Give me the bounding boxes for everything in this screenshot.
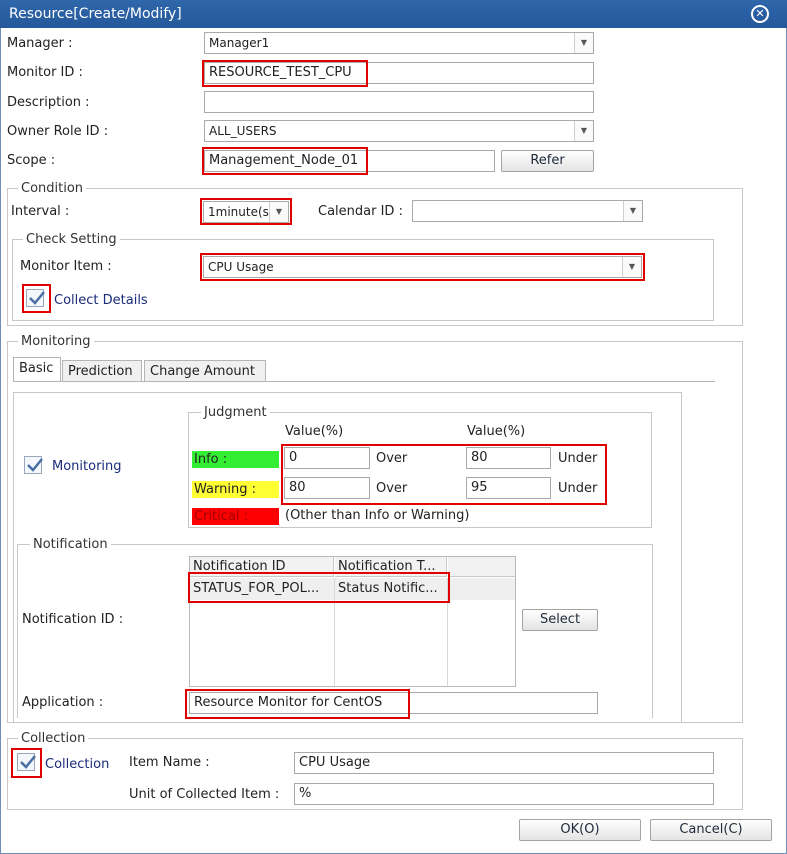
condition-legend: Condition	[18, 181, 87, 196]
highlight-collect-details	[22, 284, 51, 313]
monitor-id-label: Monitor ID :	[7, 65, 83, 80]
highlight-interval	[200, 198, 292, 225]
checkmark-icon	[27, 458, 43, 472]
notification-id-label: Notification ID :	[22, 612, 124, 627]
description-label: Description :	[7, 95, 90, 110]
value-header-upper: Value(%)	[467, 424, 526, 439]
warning-status-label: Warning :	[192, 481, 279, 498]
scope-label: Scope :	[7, 153, 56, 168]
chevron-down-icon[interactable]: ▼	[574, 33, 593, 53]
value-header-lower: Value(%)	[285, 424, 344, 439]
collection-label[interactable]: Collection	[45, 757, 109, 772]
manager-label: Manager :	[7, 36, 73, 51]
monitoring-label[interactable]: Monitoring	[52, 459, 122, 474]
highlight-thresholds	[281, 444, 607, 505]
highlight-monitor-item	[200, 253, 645, 281]
window-title: Resource[Create/Modify]	[9, 6, 182, 22]
notification-legend: Notification	[30, 537, 111, 552]
critical-note: (Other than Info or Warning)	[285, 508, 470, 523]
info-status-label: Info :	[192, 451, 279, 468]
window-title-bar: Resource[Create/Modify]	[0, 0, 787, 28]
manager-select[interactable]: Manager1 ▼	[204, 32, 594, 54]
highlight-notification-row	[188, 572, 450, 603]
highlight-scope	[202, 147, 368, 175]
calendar-id-label: Calendar ID :	[318, 204, 403, 219]
chevron-down-icon[interactable]: ▼	[574, 121, 593, 141]
chevron-down-icon[interactable]: ▼	[623, 201, 642, 221]
calendar-id-select[interactable]: ▼	[412, 200, 643, 222]
owner-role-select[interactable]: ALL_USERS ▼	[204, 120, 594, 142]
item-name-label: Item Name :	[129, 755, 210, 770]
collect-details-label[interactable]: Collect Details	[54, 293, 148, 308]
close-icon[interactable]: ✕	[751, 5, 769, 23]
highlight-application	[185, 689, 410, 719]
tab-prediction[interactable]: Prediction	[62, 360, 142, 382]
notification-empty-column-header	[448, 557, 515, 577]
tab-basic[interactable]: Basic	[13, 357, 61, 381]
manager-select-value: Manager1	[209, 36, 270, 50]
tab-change-amount[interactable]: Change Amount	[144, 360, 266, 382]
tab-divider	[13, 381, 715, 382]
monitoring-checkbox[interactable]	[24, 456, 43, 474]
unit-value: %	[299, 786, 312, 801]
owner-role-value: ALL_USERS	[209, 124, 277, 138]
owner-role-label: Owner Role ID :	[7, 124, 109, 139]
description-field[interactable]	[204, 91, 594, 113]
monitor-item-label: Monitor Item :	[20, 259, 112, 274]
refer-button[interactable]: Refer	[501, 150, 594, 172]
unit-field[interactable]: %	[294, 783, 714, 805]
unit-label: Unit of Collected Item :	[129, 787, 280, 802]
cancel-button[interactable]: Cancel(C)	[650, 819, 772, 841]
highlight-collection	[11, 748, 42, 778]
critical-status-label: Critical :	[192, 508, 279, 525]
item-name-value: CPU Usage	[299, 755, 371, 770]
item-name-field[interactable]: CPU Usage	[294, 752, 714, 774]
application-label: Application :	[22, 695, 104, 710]
judgment-legend: Judgment	[201, 405, 270, 420]
check-setting-legend: Check Setting	[23, 232, 120, 247]
select-button[interactable]: Select	[522, 609, 598, 631]
interval-label: Interval :	[11, 204, 70, 219]
collection-legend: Collection	[18, 731, 89, 746]
ok-button[interactable]: OK(O)	[519, 819, 641, 841]
monitoring-legend: Monitoring	[18, 334, 94, 349]
highlight-monitor-id	[202, 60, 368, 87]
